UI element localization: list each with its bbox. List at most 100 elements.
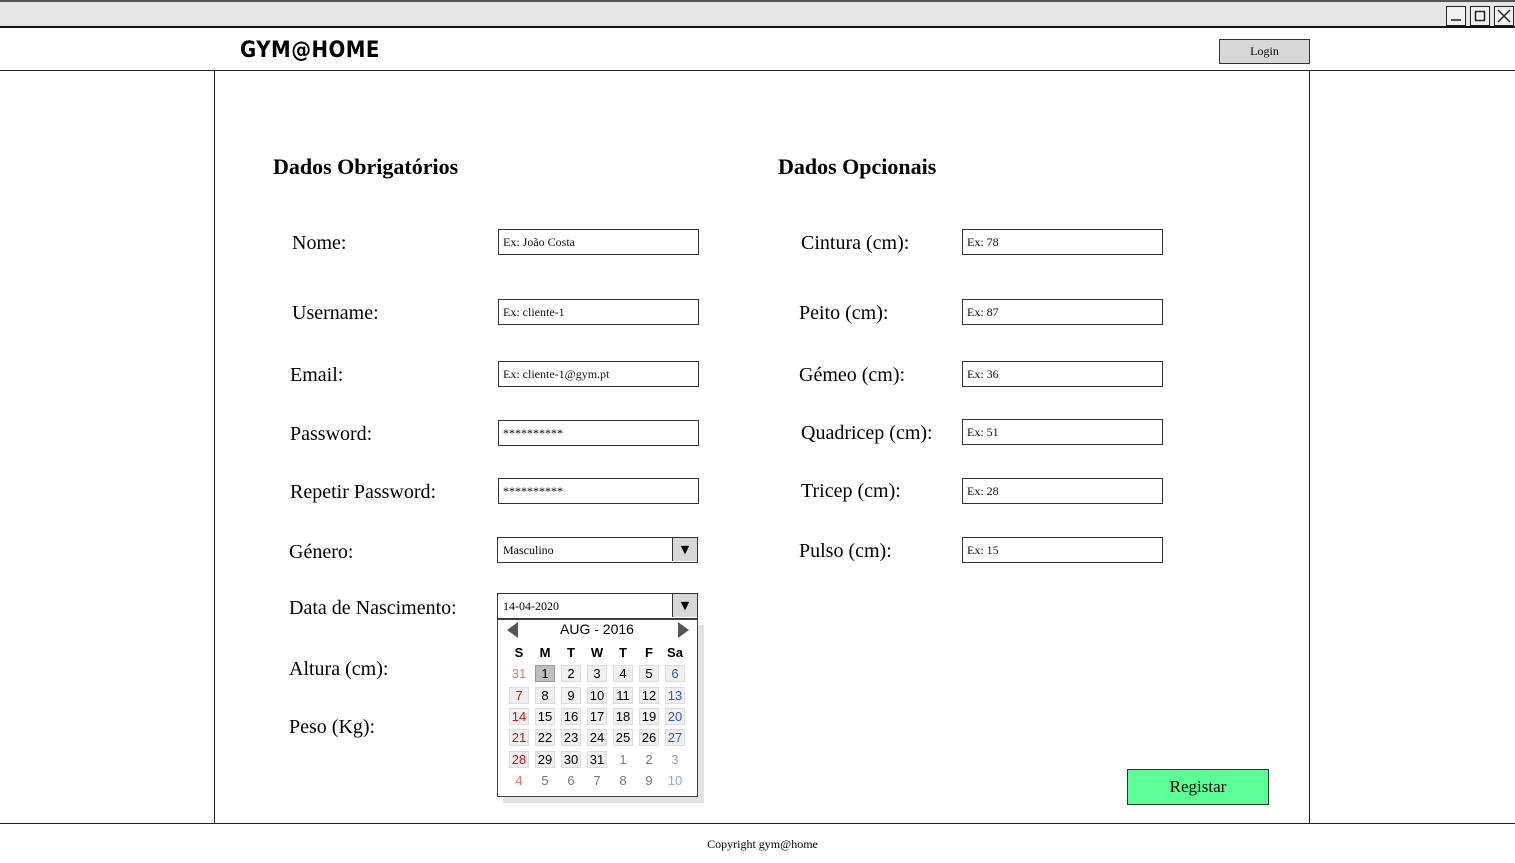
calendar-month-title: AUG - 2016 — [560, 621, 634, 637]
calendar-day[interactable]: 4 — [506, 772, 532, 789]
calendar-weekday: F — [645, 645, 653, 661]
calendar-weekday: T — [619, 645, 627, 661]
calendar-week-row: 21 22 23 24 25 26 27 — [506, 727, 688, 748]
email-label: Email: — [290, 364, 344, 386]
calendar-day[interactable]: 20 — [662, 708, 688, 726]
calendar-day[interactable]: 19 — [636, 708, 662, 726]
calendar-weekday: T — [567, 645, 575, 661]
calendar-day[interactable]: 3 — [584, 665, 610, 683]
calendar-week-row: 31 1 2 3 4 5 6 — [506, 663, 688, 684]
calendar-day[interactable]: 3 — [662, 751, 688, 768]
calendar-day[interactable]: 27 — [662, 729, 688, 747]
peito-input[interactable] — [962, 299, 1163, 325]
calendar-day[interactable]: 23 — [558, 729, 584, 747]
copyright-text: Copyright gym@home — [707, 837, 818, 851]
calendar-day[interactable]: 16 — [558, 708, 584, 726]
cintura-label: Cintura (cm): — [801, 232, 910, 254]
calendar-day[interactable]: 1 — [532, 665, 558, 683]
calendar-day[interactable]: 17 — [584, 708, 610, 726]
repeat-password-label: Repetir Password: — [290, 481, 437, 503]
calendar-popup: AUG - 2016 S M T W T F Sa 31 1 2 3 4 5 6 7 8 9 10 11 12 13 14… — [497, 619, 698, 797]
repeat-password-input[interactable] — [498, 478, 699, 504]
calendar-day[interactable]: 18 — [610, 708, 636, 726]
calendar-day[interactable]: 7 — [584, 772, 610, 789]
genero-label: Género: — [289, 541, 354, 563]
optional-section-title: Dados Opcionais — [778, 154, 937, 179]
calendar-day[interactable]: 12 — [636, 686, 662, 704]
logo: GYM@HOME — [240, 38, 380, 63]
calendar-day[interactable]: 31 — [584, 750, 610, 768]
calendar-day[interactable]: 11 — [610, 686, 636, 704]
calendar-day[interactable]: 25 — [610, 729, 636, 747]
maximize-icon[interactable] — [1470, 6, 1490, 26]
birthdate-value: 14-04-2020 — [503, 599, 559, 613]
cintura-input[interactable] — [962, 229, 1163, 255]
calendar-day[interactable]: 24 — [584, 729, 610, 747]
calendar-day[interactable]: 6 — [558, 772, 584, 789]
nome-input[interactable] — [498, 229, 699, 255]
calendar-weekday: W — [590, 645, 604, 661]
close-icon[interactable] — [1494, 6, 1514, 26]
minimize-icon[interactable] — [1446, 6, 1466, 26]
password-label: Password: — [290, 423, 373, 445]
register-button[interactable]: Registar — [1127, 769, 1269, 805]
gemeo-input[interactable] — [962, 361, 1163, 387]
calendar-day[interactable]: 9 — [558, 686, 584, 704]
calendar-day[interactable]: 10 — [584, 686, 610, 704]
calendar-grid: S M T W T F Sa 31 1 2 3 4 5 6 7 8 9 10 11 12 13 14 15 16 17 18 19 2… — [506, 642, 688, 791]
nome-label: Nome: — [292, 232, 347, 254]
calendar-day[interactable]: 5 — [636, 665, 662, 683]
calendar-day[interactable]: 8 — [532, 686, 558, 704]
username-label: Username: — [292, 302, 379, 324]
calendar-next-icon[interactable] — [678, 622, 689, 638]
footer-divider — [0, 823, 1515, 824]
genero-value: Masculino — [503, 543, 554, 557]
calendar-day[interactable]: 10 — [662, 772, 688, 789]
content-frame — [214, 70, 1310, 823]
genero-select[interactable]: Masculino ▼ — [497, 537, 698, 563]
calendar-day[interactable]: 9 — [636, 772, 662, 789]
pulso-label: Pulso (cm): — [799, 540, 892, 562]
calendar-weekday: M — [539, 645, 551, 661]
gemeo-label: Gémeo (cm): — [799, 364, 906, 386]
tricep-input[interactable] — [962, 478, 1163, 504]
calendar-day[interactable]: 30 — [558, 750, 584, 768]
quadricep-input[interactable] — [962, 419, 1163, 445]
calendar-day[interactable]: 22 — [532, 729, 558, 747]
tricep-label: Tricep (cm): — [801, 480, 901, 502]
birthdate-label: Data de Nascimento: — [289, 597, 457, 619]
chevron-down-icon[interactable]: ▼ — [672, 594, 697, 617]
peito-label: Peito (cm): — [799, 302, 889, 324]
quadricep-label: Quadricep (cm): — [801, 422, 933, 444]
calendar-day[interactable]: 14 — [506, 708, 532, 726]
password-input[interactable] — [498, 420, 699, 446]
calendar-week-row: 14 15 16 17 18 19 20 — [506, 706, 688, 727]
window-titlebar — [0, 0, 1515, 28]
altura-label: Altura (cm): — [289, 658, 389, 680]
calendar-day[interactable]: 29 — [532, 750, 558, 768]
calendar-day[interactable]: 2 — [636, 751, 662, 768]
calendar-weekday: S — [514, 645, 524, 661]
calendar-day[interactable]: 2 — [558, 665, 584, 683]
calendar-day[interactable]: 15 — [532, 708, 558, 726]
calendar-day[interactable]: 8 — [610, 772, 636, 789]
pulso-input[interactable] — [962, 537, 1163, 563]
calendar-day[interactable]: 4 — [610, 665, 636, 683]
calendar-week-row: 28 29 30 31 1 2 3 — [506, 748, 688, 769]
calendar-day[interactable]: 7 — [506, 686, 532, 704]
required-section-title: Dados Obrigatórios — [273, 154, 459, 179]
calendar-day[interactable]: 31 — [506, 665, 532, 682]
calendar-day[interactable]: 5 — [532, 772, 558, 789]
calendar-day[interactable]: 1 — [610, 751, 636, 768]
calendar-day[interactable]: 28 — [506, 750, 532, 768]
chevron-down-icon[interactable]: ▼ — [672, 538, 697, 561]
login-button[interactable]: Login — [1219, 39, 1310, 64]
birthdate-picker[interactable]: 14-04-2020 ▼ — [497, 593, 698, 619]
username-input[interactable] — [498, 299, 699, 325]
calendar-day[interactable]: 13 — [662, 686, 688, 704]
email-input[interactable] — [498, 361, 699, 387]
calendar-day[interactable]: 26 — [636, 729, 662, 747]
calendar-day[interactable]: 21 — [506, 729, 532, 747]
calendar-week-row: 4 5 6 7 8 9 10 — [506, 770, 688, 791]
calendar-day[interactable]: 6 — [662, 665, 688, 683]
